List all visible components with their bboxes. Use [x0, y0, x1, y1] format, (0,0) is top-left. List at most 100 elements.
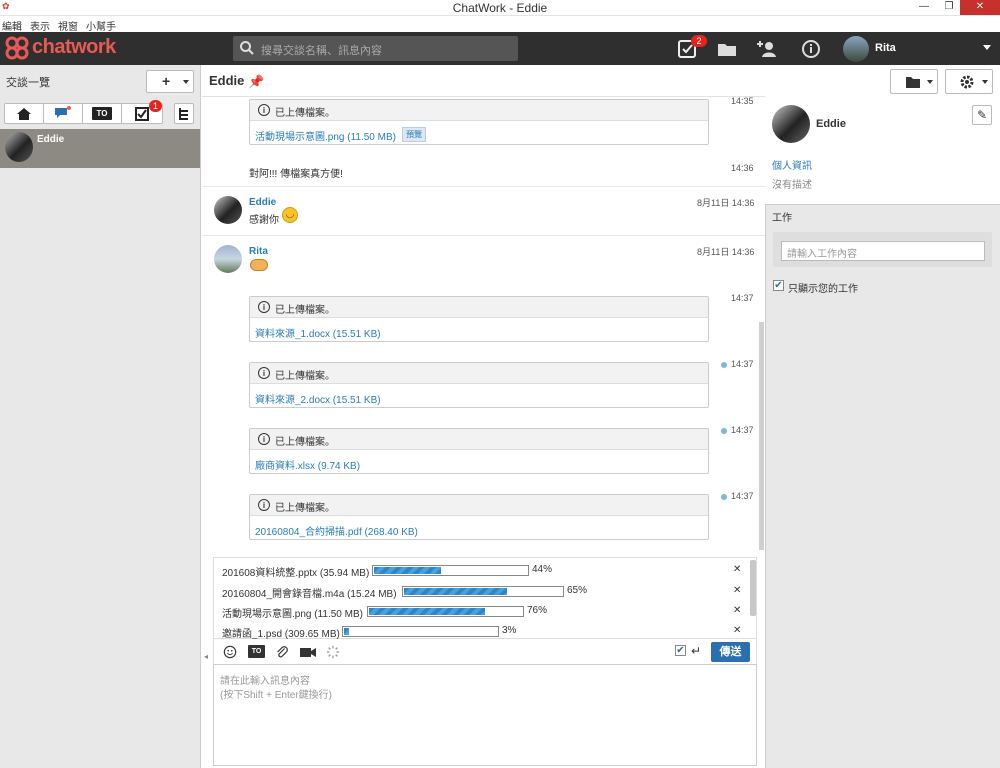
message-sender[interactable]: Eddie [249, 197, 276, 208]
attachment-icon[interactable] [274, 645, 290, 659]
room-filter-group: TO [4, 103, 163, 124]
profile-description: 沒有描述 [772, 180, 812, 191]
upload-percent: 44% [532, 564, 553, 575]
add-contact-icon[interactable] [756, 38, 778, 60]
message-text: 感謝你 [249, 215, 279, 226]
filter-unread-button[interactable] [44, 104, 83, 123]
upload-percent: 65% [567, 585, 588, 596]
file-link[interactable]: 廠商資料.xlsx (9.74 KB) [255, 457, 360, 472]
title-bar: ✿ ChatWork - Eddie — ❐ ✕ [0, 0, 1000, 16]
info-icon: i [258, 499, 270, 511]
edit-pencil-icon[interactable]: ✎ [972, 105, 992, 125]
send-button[interactable]: 傳送 [711, 642, 750, 662]
collapse-left-arrow-icon[interactable]: ◂ [204, 652, 208, 661]
file-link[interactable]: 資料來源_1.docx (15.51 KB) [255, 325, 381, 340]
profile-link[interactable]: 個人資訊 [772, 157, 812, 172]
unread-dot [721, 362, 727, 368]
menu-edit[interactable]: 編輯 [2, 18, 22, 33]
file-message: i 已上傳檔案。 活動現場示意圖.png (11.50 MB) 預覽 [249, 99, 709, 145]
file-message: i 已上傳檔案。 20160804_合約掃描.pdf (268.40 KB) [249, 494, 709, 540]
message-timestamp: 14:37 [731, 359, 754, 369]
avatar[interactable] [843, 36, 869, 62]
file-link[interactable]: 20160804_合約掃描.pdf (268.40 KB) [255, 523, 418, 538]
cancel-upload-close-icon[interactable]: ✕ [733, 585, 741, 596]
file-notice: 已上傳檔案。 [275, 371, 335, 382]
window-title: ChatWork - Eddie [452, 1, 548, 15]
logo-wordmark: chatwork [32, 36, 116, 58]
user-menu-chevron-down-icon[interactable] [983, 45, 991, 50]
avatar[interactable] [214, 196, 242, 224]
menu-view[interactable]: 表示 [30, 18, 50, 33]
upload-file-name: 活動現場示意圖.png (11.50 MB) [222, 609, 363, 620]
enter-to-send-checkbox[interactable]: ✔ [675, 645, 686, 656]
add-label: + [162, 73, 171, 89]
filter-to-button[interactable]: TO [83, 104, 122, 123]
info-icon[interactable] [800, 38, 822, 60]
maximize-button[interactable]: ❐ [937, 0, 961, 14]
message-timestamp: 14:35 [731, 96, 754, 106]
upload-progress-bar [402, 586, 564, 597]
folder-icon [906, 77, 920, 88]
info-icon: i [258, 301, 270, 313]
filter-all-button[interactable] [5, 104, 44, 123]
minimize-button[interactable]: — [912, 0, 936, 14]
info-icon: i [258, 104, 270, 116]
message-sender[interactable]: Rita [249, 246, 268, 257]
video-call-icon[interactable] [299, 645, 317, 659]
input-placeholder: 請在此輸入訊息內容 [220, 676, 310, 687]
file-link[interactable]: 活動現場示意圖.png (11.50 MB) [255, 128, 396, 143]
user-name[interactable]: Rita [875, 42, 896, 54]
menu-window[interactable]: 視窗 [58, 18, 78, 33]
message-timestamp: 8月11日 14:36 [697, 198, 755, 208]
home-icon [17, 108, 31, 120]
to-mention-button[interactable]: TO [248, 645, 265, 658]
room-settings-button[interactable] [945, 69, 993, 94]
smile-emoji-icon: ◡ [282, 207, 298, 223]
to-icon: TO [92, 107, 112, 120]
message-text: 對阿!!! 傳檔案真方便! [249, 169, 343, 180]
upload-percent: 3% [502, 625, 517, 636]
close-button[interactable]: ✕ [960, 0, 1000, 15]
room-item-name: Eddie [37, 134, 65, 145]
tree-view-button[interactable] [174, 103, 194, 124]
menu-help[interactable]: 小幫手 [86, 18, 116, 33]
folder-icon[interactable] [716, 38, 738, 60]
message-timestamp: 8月11日 14:36 [697, 247, 755, 257]
preview-button[interactable]: 預覽 [402, 127, 426, 142]
cancel-upload-close-icon[interactable]: ✕ [733, 605, 741, 616]
chevron-down-icon [927, 80, 933, 84]
add-room-button[interactable]: + [146, 70, 194, 93]
enter-key-icon: ↵ [691, 644, 702, 658]
room-list-panel [0, 65, 201, 768]
cancel-upload-close-icon[interactable]: ✕ [733, 564, 741, 575]
task-input[interactable]: 請輸入工作內容 [781, 241, 985, 261]
search-icon [240, 41, 254, 55]
pin-icon[interactable]: 📌 [248, 74, 264, 90]
upload-progress-fill [344, 628, 349, 635]
upload-progress-bar [372, 565, 529, 576]
file-message: i 已上傳檔案。 資料來源_2.docx (15.51 KB) [249, 362, 709, 408]
unread-dot [721, 428, 727, 434]
message-input[interactable]: 請在此輸入訊息內容 (按下Shift + Enter鍵換行) [213, 664, 757, 766]
upload-progress-fill [374, 567, 442, 574]
cancel-upload-close-icon[interactable]: ✕ [733, 625, 741, 636]
tree-icon [179, 108, 188, 120]
input-hint: (按下Shift + Enter鍵換行) [220, 690, 332, 701]
avatar[interactable] [214, 245, 242, 273]
upload-progress-bar [367, 606, 524, 617]
task-count-badge: 2 [691, 35, 707, 47]
only-mine-checkbox[interactable]: ✔ [773, 280, 784, 291]
info-icon: i [258, 367, 270, 379]
menu-bar: 編輯 表示 視窗 小幫手 [0, 16, 1000, 33]
filter-task-badge: 1 [149, 100, 162, 112]
upload-scrollbar[interactable] [750, 560, 756, 616]
emoji-icon[interactable] [222, 645, 238, 659]
chat-scrollbar[interactable] [759, 322, 764, 550]
divider [202, 235, 765, 236]
info-icon: i [258, 433, 270, 445]
chatwork-logo[interactable]: chatwork [5, 35, 120, 61]
search-input[interactable]: 搜尋交談名稱、訊息內容 [233, 36, 518, 61]
message-timestamp: 14:37 [731, 491, 754, 501]
file-link[interactable]: 資料來源_2.docx (15.51 KB) [255, 391, 381, 406]
room-files-button[interactable] [890, 69, 938, 94]
